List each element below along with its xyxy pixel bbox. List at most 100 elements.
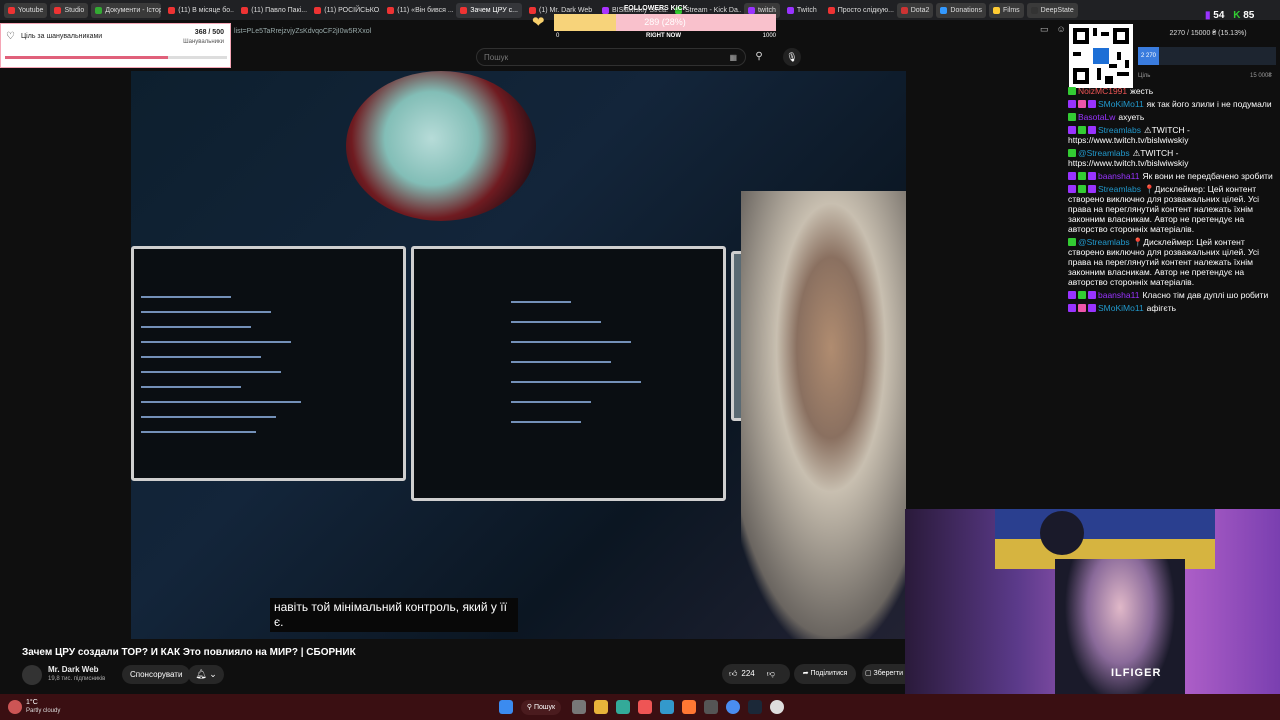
chat-message: baansha11 Як вони не передбачено зробити [1068, 171, 1276, 181]
app-icon-3[interactable] [704, 700, 718, 714]
kick-min: 0 [556, 33, 560, 39]
file-explorer-icon[interactable] [594, 700, 608, 714]
tab-favicon-icon [241, 6, 249, 14]
chat-message: BasotaLw ахуеть [1068, 112, 1276, 122]
chat-text: Як вони не передбачено зробити [1142, 171, 1273, 181]
chrome-icon[interactable] [726, 700, 740, 714]
chat-message: SMoKiMo11 як так його злили і не подумали [1068, 99, 1276, 109]
save-button[interactable]: ▢ Зберегти [862, 664, 906, 684]
tab-label: Dota2 [910, 6, 930, 14]
chat-badge-icon [1088, 304, 1096, 312]
goal-subtitle: Шанувальники [183, 39, 224, 45]
browser-tab[interactable]: DeepState [1026, 2, 1078, 18]
like-icon[interactable]: 👍︎ [729, 664, 737, 684]
chat-badge-icon [1068, 185, 1076, 193]
like-count: 224 [741, 669, 755, 678]
donation-goal-label: Ціль [1138, 73, 1151, 79]
search-button[interactable]: ⚲ [750, 48, 768, 66]
browser-tab[interactable]: Donations [936, 2, 986, 18]
tab-favicon-icon [314, 6, 322, 14]
browser-tab[interactable]: Twitch [783, 3, 821, 18]
weather-temperature[interactable]: 1°C [26, 699, 38, 706]
kick-value: 289 (28%) [644, 17, 686, 27]
channel-avatar[interactable] [22, 665, 42, 685]
tab-label: (11) Павло Пакі... [251, 6, 308, 14]
chat-text: жесть [1130, 86, 1154, 96]
browser-tab[interactable]: Studio [50, 2, 89, 18]
task-view-icon[interactable] [572, 700, 586, 714]
tab-label: Twitch [796, 6, 817, 14]
goal-progress-bar [5, 56, 227, 59]
search-icon: ⚲ [755, 51, 763, 62]
steam-icon[interactable] [748, 700, 762, 714]
browser-tab[interactable]: Документи - Історія [91, 2, 162, 18]
video-player[interactable] [131, 71, 906, 639]
kick-viewer-count: 85 [1243, 10, 1255, 21]
channel-name[interactable]: Mr. Dark Web [48, 665, 99, 674]
tab-favicon-icon [95, 6, 103, 14]
profile-icon[interactable]: ☺ [1057, 24, 1066, 35]
browser-tab[interactable]: Films [988, 2, 1024, 18]
goal-count: 368 / 500 [194, 29, 224, 36]
webcam-overlay: ILFIGER [905, 509, 1280, 720]
sponsor-button[interactable]: Спонсорувати [122, 665, 191, 684]
taskbar-search[interactable]: ⚲ Пошук [521, 700, 561, 715]
chat-badge-icon [1088, 185, 1096, 193]
chat-message: SMoKiMo11 афігєть [1068, 303, 1276, 313]
viewer-counts: ▮ 54 K 85 [1205, 10, 1254, 21]
tab-label: (11) РОСІЙСЬКО... [324, 6, 381, 14]
telegram-icon[interactable] [660, 700, 674, 714]
chat-username: NoizMC1991 [1078, 86, 1128, 96]
chat-message: @Streamlabs ⚠TWITCH - https://www.twitch.… [1068, 148, 1276, 168]
weather-description[interactable]: Partly cloudy [26, 708, 60, 714]
edge-icon[interactable] [616, 700, 630, 714]
browser-tab[interactable]: Youtube [4, 2, 48, 18]
goal-progress-fill [5, 56, 169, 59]
dislike-icon[interactable]: 👎︎ [767, 664, 775, 684]
tab-label: DeepState [1040, 6, 1074, 14]
chat-text: афігєть [1146, 303, 1177, 313]
kick-icon: K [1233, 10, 1241, 21]
donation-progress-fill: 2 270 [1138, 47, 1159, 65]
chat-badge-icon [1078, 100, 1086, 108]
browser-tab[interactable]: Dota2 [896, 2, 934, 18]
tab-favicon-icon [54, 6, 62, 14]
extension-icon[interactable]: ▭ [1040, 24, 1049, 35]
save-icon: ▢ [864, 670, 874, 677]
tab-label: (11) «Він бився ... [397, 6, 454, 14]
like-dislike-group[interactable]: 👍︎ 224 👎︎ [722, 664, 790, 684]
chat-text: 📍Дисклеймер: Цей контент створено виключ… [1068, 184, 1259, 234]
chat-badge-icon [1078, 304, 1086, 312]
tab-favicon-icon [460, 6, 468, 14]
search-input[interactable]: Пошук ▦ [476, 48, 746, 66]
monitor-left [131, 246, 406, 481]
chat-message: NoizMC1991 жесть [1068, 86, 1276, 96]
kick-max: 1000 [762, 33, 776, 39]
tab-favicon-icon [827, 6, 835, 14]
chat-username: Streamlabs [1098, 184, 1141, 194]
app-icon-2[interactable] [682, 700, 696, 714]
chat-text: як так його злили і не подумали [1146, 99, 1272, 109]
browser-tab[interactable]: (11) РОСІЙСЬКО... [310, 3, 380, 18]
chat-badge-icon [1068, 113, 1076, 121]
browser-tab[interactable]: (11) Павло Пакі... [237, 3, 307, 18]
tab-label: Youtube [18, 6, 44, 14]
chat-badge-icon [1068, 291, 1076, 299]
browser-tab[interactable]: Просто слідкую... [824, 3, 894, 18]
chat-badge-icon [1068, 149, 1076, 157]
chat-badge-icon [1088, 291, 1096, 299]
obs-icon[interactable] [770, 700, 784, 714]
browser-tab[interactable]: (11) В місяце бо... [164, 3, 234, 18]
tab-favicon-icon [1030, 6, 1038, 14]
browser-tab[interactable]: (11) «Він бився ... [383, 3, 453, 18]
keyboard-icon[interactable]: ▦ [729, 53, 737, 62]
video-subtitle: навіть той мінімальний контроль, який у … [270, 598, 518, 632]
twitch-icon: ▮ [1205, 10, 1211, 21]
share-button[interactable]: ➦ Поділитися [794, 664, 856, 684]
weather-icon[interactable] [8, 700, 22, 714]
start-icon[interactable] [499, 700, 513, 714]
app-icon[interactable] [638, 700, 652, 714]
notification-button[interactable]: 🔔︎ ⌄ [188, 665, 224, 684]
voice-search-button[interactable]: 🎙 [783, 48, 801, 66]
browser-tab[interactable]: Зачем ЦРУ с... [456, 2, 522, 18]
